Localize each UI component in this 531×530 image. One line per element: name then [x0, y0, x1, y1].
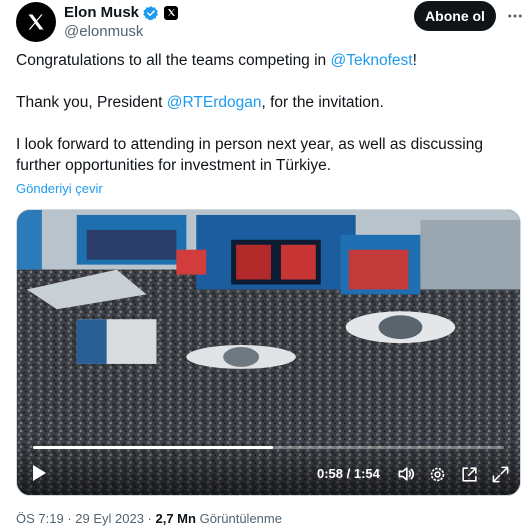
verified-badge-icon[interactable] [143, 5, 159, 21]
video-controls: 0:58 / 1:54 [17, 443, 520, 495]
play-button[interactable] [27, 461, 51, 485]
tweet-text-segment: Thank you, President [16, 94, 167, 111]
views-count: 2,7 Mn [155, 511, 196, 526]
follow-button[interactable]: Abone ol [414, 1, 496, 31]
tweet-date[interactable]: 29 Eyl 2023 [75, 511, 144, 526]
tweet-header: Elon Musk @elonmusk Abone ol [0, 0, 531, 44]
tweet-line-3: I look forward to attending in person ne… [16, 136, 483, 174]
video-time: 0:58 / 1:54 [317, 466, 380, 481]
video-progress-bar[interactable] [33, 446, 504, 449]
author-display-name[interactable]: Elon Musk [64, 4, 139, 21]
video-current-time: 0:58 [317, 466, 344, 481]
play-icon [33, 465, 46, 481]
meta-separator: · [63, 511, 76, 526]
tweet-text-segment: ! [412, 52, 417, 69]
author-name-row: Elon Musk [64, 4, 179, 21]
translate-post-link[interactable]: Gönderiyi çevir [16, 181, 103, 196]
gear-icon [430, 467, 444, 481]
views-label: Görüntülenme [195, 511, 282, 526]
more-options-button[interactable] [503, 4, 527, 28]
volume-button[interactable] [395, 463, 417, 485]
more-icon [508, 14, 522, 18]
tweet-text-segment: , for the invitation. [261, 94, 384, 111]
tweet-text: Congratulations to all the teams competi… [16, 50, 516, 176]
mention-teknofest[interactable]: @Teknofest [330, 52, 412, 69]
video-progress-fill [33, 446, 273, 449]
settings-button[interactable] [426, 463, 448, 485]
video-duration: 1:54 [353, 466, 380, 481]
fullscreen-icon [492, 466, 508, 482]
mention-rterdogan[interactable]: @RTErdogan [167, 94, 262, 111]
tweet-time[interactable]: ÖS 7:19 [16, 511, 64, 526]
x-affiliation-icon[interactable] [164, 5, 179, 20]
picture-in-picture-icon [461, 466, 477, 482]
volume-icon [398, 467, 415, 481]
tweet-meta: ÖS 7:19 · 29 Eyl 2023 · 2,7 Mn Görüntüle… [16, 511, 282, 526]
tweet-text-segment: Congratulations to all the teams competi… [16, 52, 331, 69]
tweet-line-2: Thank you, President @RTErdogan, for the… [16, 92, 516, 113]
fullscreen-button[interactable] [489, 463, 511, 485]
x-logo-icon [28, 14, 44, 30]
author-handle[interactable]: @elonmusk [64, 23, 143, 40]
tweet-line-1: Congratulations to all the teams competi… [16, 50, 516, 71]
pip-button[interactable] [458, 463, 480, 485]
video-player[interactable]: 0:58 / 1:54 [16, 209, 521, 496]
author-avatar[interactable] [16, 2, 56, 42]
meta-separator: · [143, 511, 156, 526]
video-time-separator: / [343, 466, 354, 481]
